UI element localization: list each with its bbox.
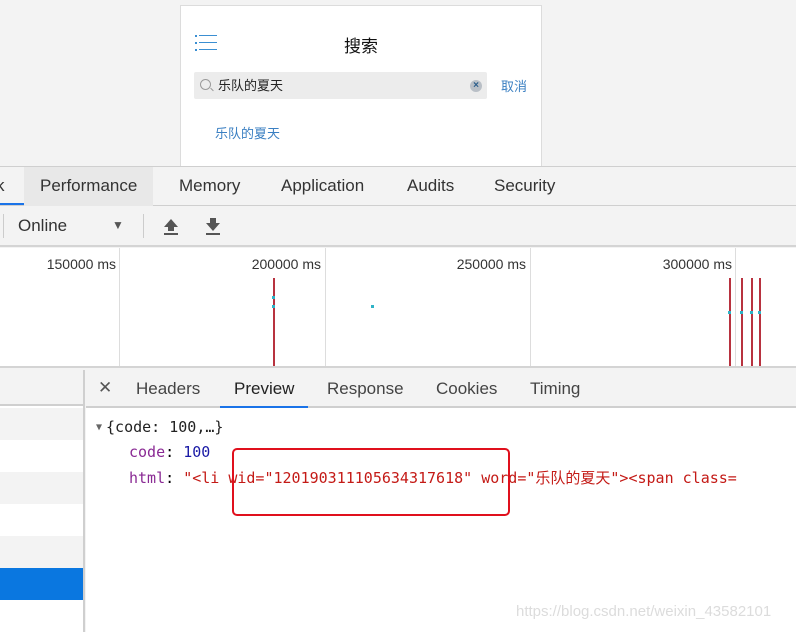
clear-icon[interactable]: × bbox=[470, 80, 482, 92]
tab-security[interactable]: Security bbox=[494, 167, 555, 206]
json-property-html: html: "<li wid="120190311105634317618" w… bbox=[129, 469, 737, 487]
detail-tabs: ✕ Headers Preview Response Cookies Timin… bbox=[86, 370, 796, 408]
tab-cookies[interactable]: Cookies bbox=[436, 370, 497, 406]
request-row[interactable] bbox=[0, 536, 83, 568]
request-row[interactable] bbox=[0, 440, 83, 472]
toolbar-divider bbox=[3, 214, 4, 238]
request-marker bbox=[758, 311, 761, 314]
tab-preview[interactable]: Preview bbox=[220, 370, 309, 408]
search-input[interactable] bbox=[218, 72, 458, 99]
search-box: × bbox=[194, 72, 487, 99]
tab-timing[interactable]: Timing bbox=[530, 370, 580, 406]
request-bar bbox=[751, 278, 753, 366]
request-row[interactable] bbox=[0, 408, 83, 440]
request-row[interactable] bbox=[0, 600, 83, 632]
dropdown-arrow-icon[interactable]: ▼ bbox=[112, 218, 124, 232]
request-marker bbox=[740, 311, 743, 314]
tab-performance[interactable]: Performance bbox=[24, 167, 154, 206]
network-toolbar: Online ▼ bbox=[0, 206, 796, 247]
request-marker bbox=[272, 296, 275, 299]
suggestion-item[interactable]: 乐队的夏天 bbox=[215, 123, 280, 142]
request-list bbox=[0, 370, 85, 632]
page-viewport: 搜索 × 取消 乐队的夏天 bbox=[0, 0, 796, 167]
request-marker bbox=[371, 305, 374, 308]
request-marker bbox=[750, 311, 753, 314]
tab-memory[interactable]: Memory bbox=[179, 167, 240, 206]
network-tab-indicator bbox=[0, 203, 24, 205]
html-rest: word="乐队的夏天"><span class= bbox=[472, 469, 737, 487]
tab-headers[interactable]: Headers bbox=[136, 370, 200, 406]
request-list-header bbox=[0, 370, 83, 406]
tick-label: 250000 ms bbox=[456, 256, 526, 272]
grid-line bbox=[530, 248, 531, 366]
tick-label: 150000 ms bbox=[46, 256, 116, 272]
import-icon[interactable] bbox=[162, 216, 180, 236]
devtools-panel-tabs: k Performance Memory Application Audits … bbox=[0, 166, 796, 206]
grid-line bbox=[325, 248, 326, 366]
request-bar bbox=[729, 278, 731, 366]
grid-line bbox=[735, 248, 736, 366]
request-marker bbox=[272, 305, 275, 308]
request-detail-pane: ✕ Headers Preview Response Cookies Timin… bbox=[86, 370, 796, 632]
watermark: https://blog.csdn.net/weixin_43582101 bbox=[516, 603, 772, 620]
tab-application[interactable]: Application bbox=[281, 167, 364, 206]
timeline-overview[interactable]: 150000 ms 200000 ms 250000 ms 300000 ms bbox=[0, 248, 796, 368]
request-marker bbox=[728, 311, 731, 314]
throttling-select[interactable]: Online bbox=[18, 216, 67, 236]
request-row-selected[interactable] bbox=[0, 568, 83, 600]
grid-line bbox=[119, 248, 120, 366]
tick-label: 300000 ms bbox=[662, 256, 732, 272]
search-icon bbox=[200, 79, 211, 90]
json-summary: {code: 100,…} bbox=[106, 418, 224, 436]
cancel-button[interactable]: 取消 bbox=[501, 76, 527, 95]
request-bar bbox=[759, 278, 761, 366]
toolbar-divider bbox=[143, 214, 144, 238]
tab-response[interactable]: Response bbox=[327, 370, 404, 406]
tab-network[interactable]: k bbox=[0, 167, 5, 206]
html-wid-attr: wid="120190311105634317618" bbox=[228, 469, 473, 487]
html-prefix: "<li bbox=[183, 469, 229, 487]
request-bar bbox=[273, 278, 275, 366]
export-icon[interactable] bbox=[204, 216, 222, 236]
mobile-page: 搜索 × 取消 乐队的夏天 bbox=[180, 5, 542, 167]
request-bar bbox=[741, 278, 743, 366]
close-icon[interactable]: ✕ bbox=[98, 378, 112, 398]
json-property-code: code: 100 bbox=[129, 443, 211, 461]
request-row[interactable] bbox=[0, 472, 83, 504]
expand-triangle-icon: ▼ bbox=[96, 422, 103, 433]
tab-audits[interactable]: Audits bbox=[407, 167, 454, 206]
tick-label: 200000 ms bbox=[251, 256, 321, 272]
code-value: 100 bbox=[183, 443, 211, 461]
page-title: 搜索 bbox=[344, 37, 378, 56]
json-root-toggle[interactable]: ▼ {code: 100,…} bbox=[96, 418, 223, 436]
request-row[interactable] bbox=[0, 504, 83, 536]
